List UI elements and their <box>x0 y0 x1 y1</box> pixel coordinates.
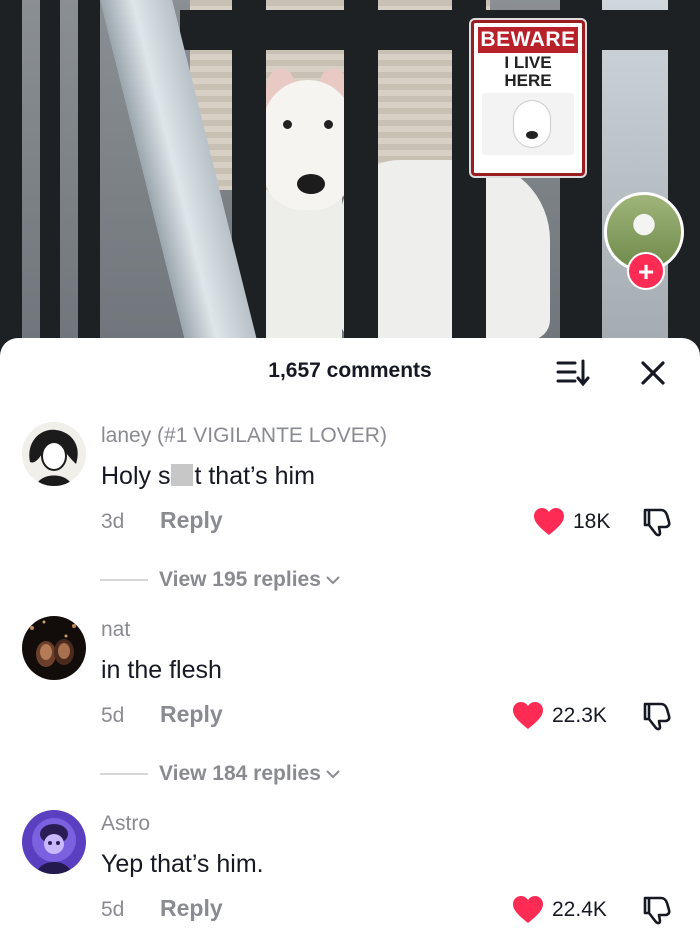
divider <box>100 773 148 775</box>
sign-line-2: HERE <box>504 71 552 90</box>
video-preview[interactable]: BEWARE I LIVE HERE + <box>0 0 700 380</box>
comment-text: Yep that’s him. <box>101 850 264 878</box>
comment-age: 3d <box>101 510 125 533</box>
avatar-photo <box>22 616 86 680</box>
avatar[interactable] <box>22 422 86 486</box>
comments-sheet: 1,657 comments laney (#1 VIGILANTE LOVER… <box>0 338 700 942</box>
comment-text: in the flesh <box>101 656 222 684</box>
reply-button[interactable]: Reply <box>160 507 223 534</box>
view-replies-button[interactable]: View 184 replies <box>100 759 341 789</box>
sort-icon[interactable] <box>555 358 591 388</box>
like-count: 22.3K <box>552 704 607 727</box>
beware-sign: BEWARE I LIVE HERE <box>471 20 585 176</box>
fence-bar <box>668 0 700 380</box>
comment-text: Holy s t that’s him <box>101 462 315 491</box>
sign-line-1: I LIVE <box>504 53 552 72</box>
comment-text-part-1: Holy s <box>101 462 171 490</box>
comment-username[interactable]: Astro <box>101 812 150 836</box>
avatar-illustration <box>22 810 86 874</box>
sign-dog-picture <box>482 93 574 155</box>
view-replies-button[interactable]: View 195 replies <box>100 565 341 595</box>
dislike-icon[interactable] <box>639 699 673 733</box>
close-icon[interactable] <box>636 356 670 390</box>
like-button[interactable]: 18K <box>533 504 610 540</box>
fence-bar <box>0 0 22 380</box>
fence-bar <box>78 0 100 380</box>
avatar[interactable] <box>22 616 86 680</box>
avatar[interactable] <box>22 810 86 874</box>
comment-username[interactable]: nat <box>101 618 130 642</box>
comment-age: 5d <box>101 898 125 921</box>
dislike-icon[interactable] <box>639 505 673 539</box>
fence-bar <box>40 0 60 380</box>
comment-username[interactable]: laney (#1 VIGILANTE LOVER) <box>101 424 387 448</box>
dog-eye-right <box>324 120 333 129</box>
view-replies-label: View 184 replies <box>159 762 321 785</box>
fence-bar <box>344 0 378 380</box>
divider <box>100 579 148 581</box>
comments-count-title: 1,657 comments <box>268 359 432 382</box>
heart-icon <box>513 702 543 729</box>
chevron-down-icon <box>326 770 340 779</box>
dislike-icon[interactable] <box>639 893 673 927</box>
avatar-illustration <box>22 422 86 486</box>
dog-eye-left <box>283 120 292 129</box>
heart-icon <box>513 896 543 923</box>
like-count: 18K <box>573 510 611 533</box>
censor-block <box>171 464 194 486</box>
comment-text-part-2: t that’s him <box>194 462 315 490</box>
like-button[interactable]: 22.4K <box>512 892 607 928</box>
sign-dog-head <box>514 101 550 147</box>
sign-header: BEWARE <box>478 27 578 53</box>
sign-dog-nose <box>526 131 538 139</box>
follow-plus-icon[interactable]: + <box>627 252 665 290</box>
dog-neck <box>262 190 342 340</box>
chevron-down-icon <box>326 576 340 585</box>
comment-age: 5d <box>101 704 125 727</box>
heart-icon <box>534 508 564 535</box>
like-button[interactable]: 22.3K <box>512 698 607 734</box>
reply-button[interactable]: Reply <box>160 895 223 922</box>
dog-nose <box>297 174 325 194</box>
view-replies-label: View 195 replies <box>159 568 321 591</box>
reply-button[interactable]: Reply <box>160 701 223 728</box>
like-count: 22.4K <box>552 898 607 921</box>
